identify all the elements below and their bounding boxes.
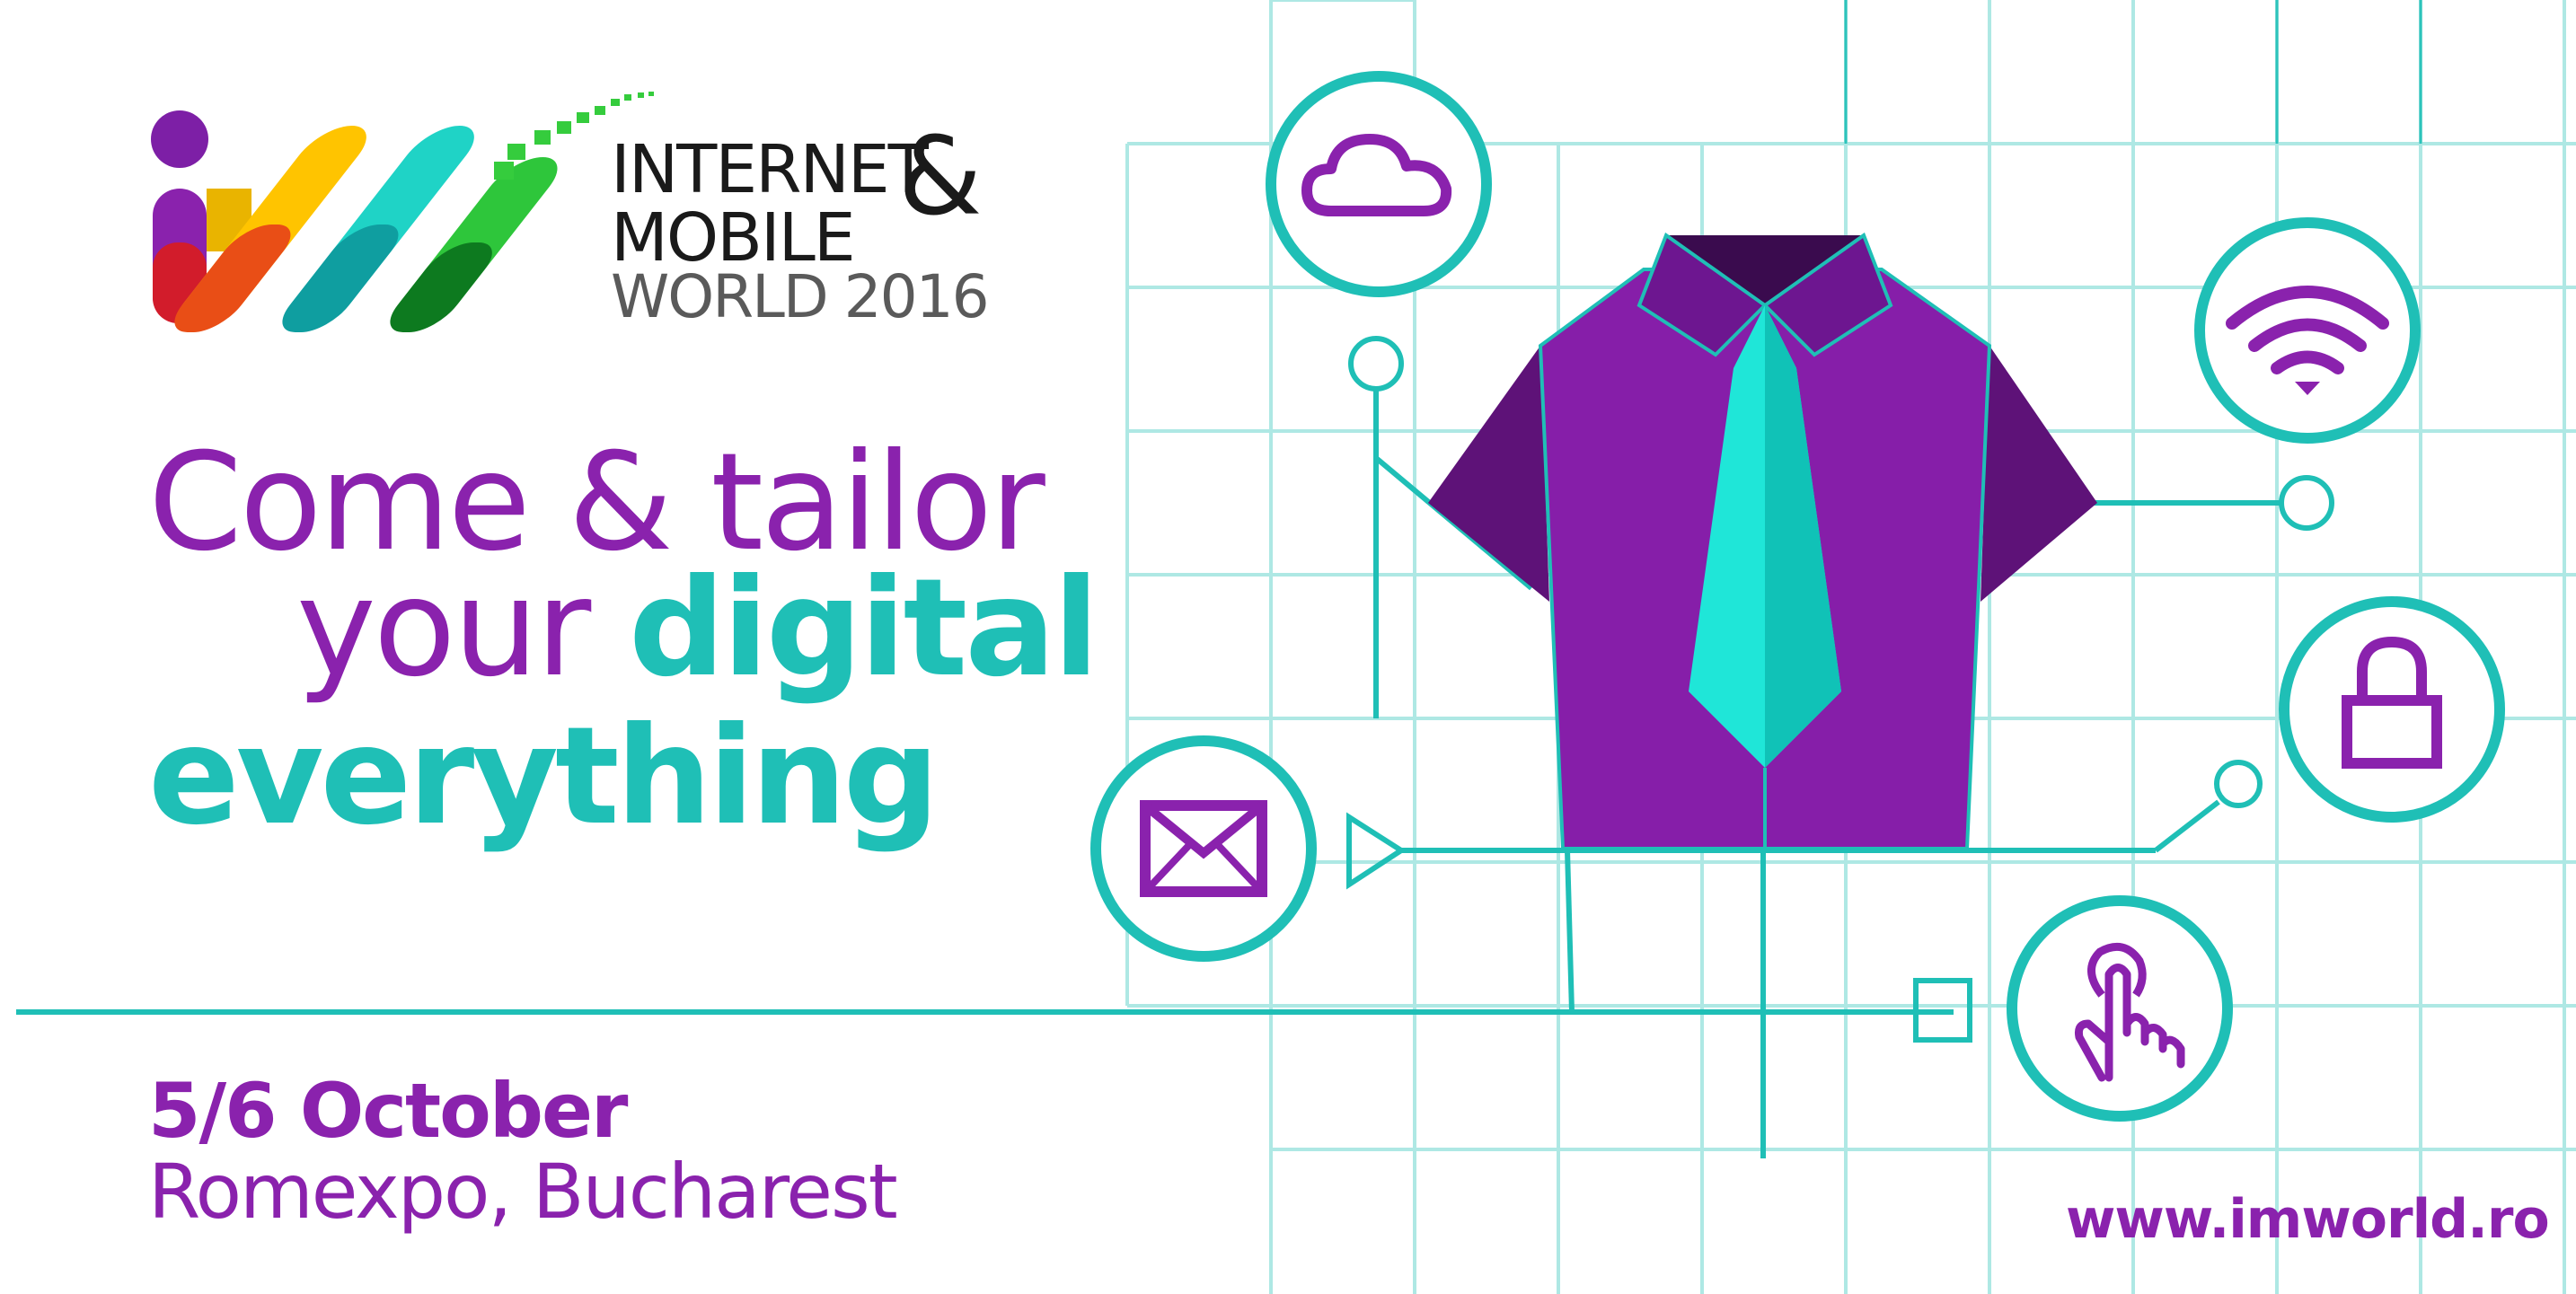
event-banner: INTERNET & MOBILE WORLD 2016 Come & tail… bbox=[0, 0, 2576, 1294]
headline-word-your: your bbox=[296, 550, 591, 707]
cloud-icon bbox=[1266, 71, 1492, 297]
headline-word-digital: digital bbox=[628, 550, 1099, 707]
lock-icon bbox=[2279, 596, 2505, 823]
logo-text-internet: INTERNET bbox=[611, 131, 929, 208]
event-venue: Romexpo, Bucharest bbox=[148, 1148, 898, 1236]
logo-ampersand: & bbox=[898, 115, 983, 240]
logo-text-mobile: MOBILE bbox=[611, 199, 856, 277]
shirt-with-tie-illustration bbox=[1428, 232, 2097, 850]
headline-line-2: your digital bbox=[296, 561, 1099, 696]
event-date: 5/6 October bbox=[148, 1067, 628, 1155]
website-link[interactable]: www.imworld.ro bbox=[2066, 1193, 2550, 1246]
wifi-icon bbox=[2194, 217, 2421, 444]
logo-text-world-2016: WORLD 2016 bbox=[611, 262, 990, 331]
headline-line-3: everything bbox=[148, 699, 940, 855]
touch-hand-icon bbox=[2007, 895, 2233, 1122]
mail-icon bbox=[1090, 735, 1317, 962]
